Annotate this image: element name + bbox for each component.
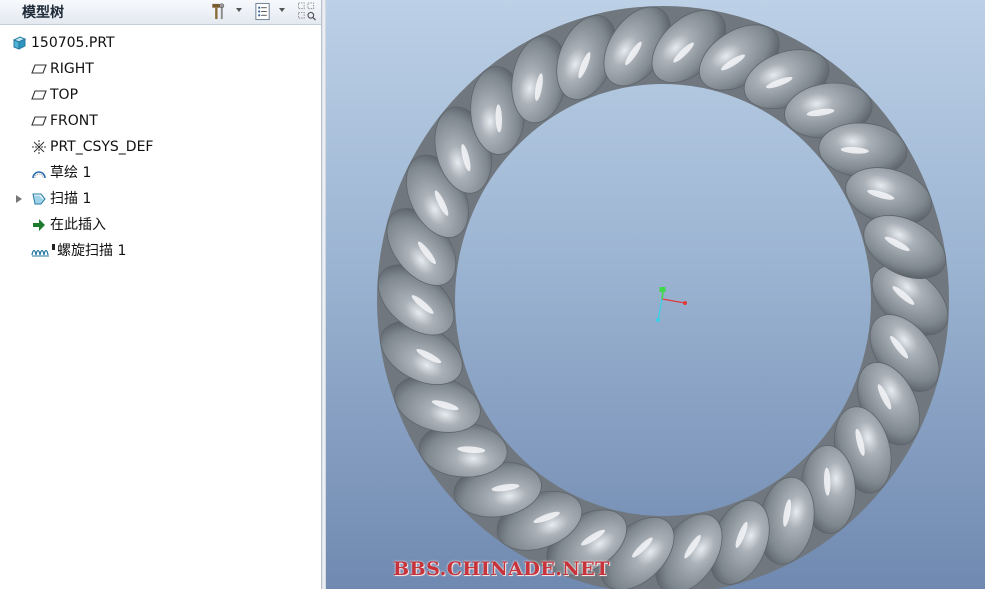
helical-sweep-icon (31, 249, 49, 257)
tree-item-label: 在此插入 (50, 217, 106, 233)
sketch-icon (32, 171, 46, 179)
tree-item-part[interactable]: 150705.PRT (0, 30, 321, 56)
tree-filter-icon[interactable] (297, 2, 317, 21)
tree-item-label: RIGHT (50, 61, 94, 77)
tree-item-datum-front[interactable]: FRONT (0, 108, 321, 134)
tree-item-label: 扫描 1 (50, 191, 92, 207)
tree-columns-icon[interactable] (254, 2, 272, 21)
tree-item-datum-right[interactable]: RIGHT (0, 56, 321, 82)
datum-plane-icon (31, 64, 47, 74)
tree-item-datum-top[interactable]: TOP (0, 82, 321, 108)
tree-item-label: 150705.PRT (31, 35, 115, 51)
tree-item-sweep[interactable]: 扫描 1 (0, 186, 321, 212)
tools-dropdown-caret-icon[interactable] (236, 8, 242, 12)
tree-item-csys[interactable]: PRT_CSYS_DEF (0, 134, 321, 160)
part-icon (12, 36, 27, 50)
datum-plane-icon (31, 116, 47, 126)
tree-item-insert-here[interactable]: 在此插入 (0, 212, 321, 238)
tree-item-label: TOP (50, 87, 79, 103)
model-tree-panel: 模型树 150705.PRT RIGHT TOP FRONT PRT_CSYS_… (0, 0, 322, 589)
feature-marker-icon (52, 244, 55, 250)
tree-item-sketch[interactable]: 草绘 1 (0, 160, 321, 186)
model-tree-list: 150705.PRT RIGHT TOP FRONT PRT_CSYS_DEF … (0, 30, 321, 264)
coordinate-triad-icon (656, 287, 687, 322)
columns-dropdown-caret-icon[interactable] (279, 8, 285, 12)
rope-ring-model (377, 6, 949, 589)
hammer-settings-icon[interactable] (208, 2, 228, 21)
tree-item-label: FRONT (50, 113, 98, 129)
sweep-icon (32, 193, 46, 205)
datum-plane-icon (31, 90, 47, 100)
tree-item-label: PRT_CSYS_DEF (50, 139, 154, 155)
tree-item-helical-sweep[interactable]: 螺旋扫描 1 (0, 238, 321, 264)
coordinate-system-icon (32, 140, 46, 154)
tree-item-label: 螺旋扫描 1 (57, 243, 127, 259)
model-tree-title: 模型树 (22, 5, 64, 21)
tree-item-label: 草绘 1 (50, 165, 92, 181)
graphics-viewport[interactable] (326, 0, 985, 589)
expand-arrow-icon[interactable] (16, 195, 22, 203)
insert-here-arrow-icon (33, 219, 45, 231)
watermark-text: BBS.CHINADE.NET (393, 558, 610, 580)
model-tree-header: 模型树 (0, 0, 321, 25)
